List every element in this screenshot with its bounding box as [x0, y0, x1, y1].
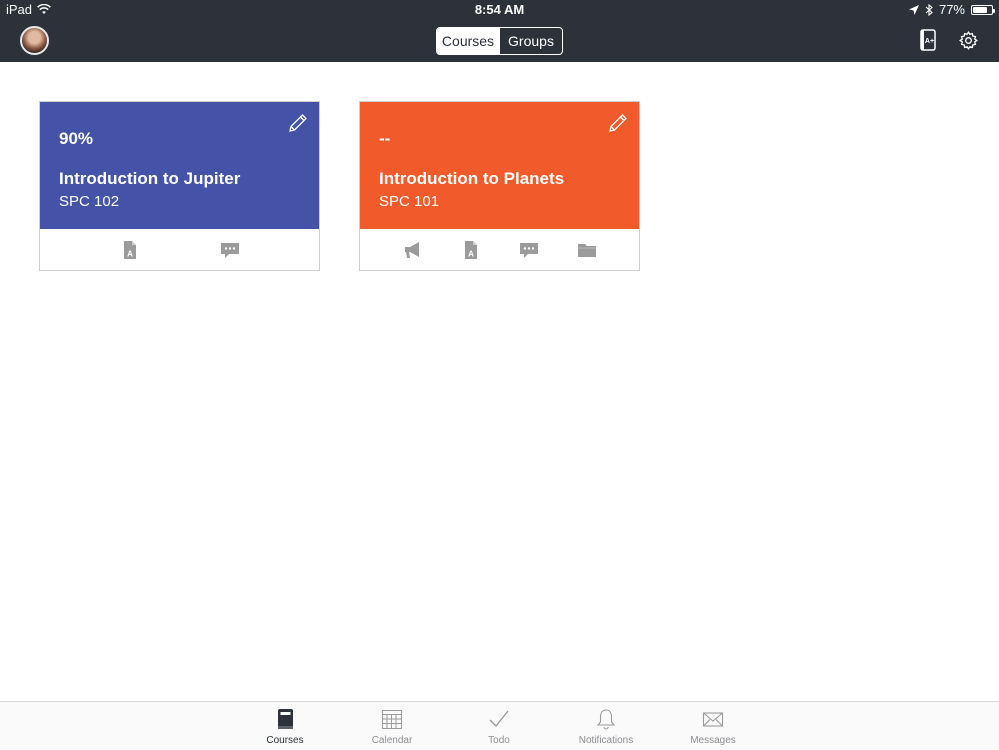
svg-text:A: A [127, 250, 133, 259]
folder-icon[interactable] [577, 240, 597, 260]
tab-label: Calendar [371, 735, 413, 746]
tab-courses[interactable]: Courses [240, 702, 330, 750]
checkmark-icon [489, 710, 509, 728]
grades-icon[interactable]: A+ [920, 29, 936, 51]
discussions-icon[interactable] [220, 240, 240, 260]
book-icon [278, 709, 293, 729]
svg-text:A: A [468, 250, 474, 259]
pencil-icon[interactable] [607, 112, 629, 134]
bluetooth-icon [925, 3, 933, 16]
tab-messages[interactable]: Messages [668, 702, 758, 750]
course-card-jupiter[interactable]: 90% Introduction to Jupiter SPC 102 A [39, 101, 320, 271]
course-card-actions: A [40, 229, 319, 271]
tab-todo[interactable]: Todo [454, 702, 544, 750]
tab-bar: Courses Calendar Todo Notifications Mess… [0, 701, 999, 749]
tab-label: Courses [266, 735, 304, 746]
bell-icon [596, 709, 616, 730]
envelope-icon [702, 712, 724, 727]
avatar[interactable] [20, 26, 49, 55]
segment-groups[interactable]: Groups [499, 28, 562, 54]
tab-label: Todo [488, 735, 510, 746]
segment-courses[interactable]: Courses [437, 28, 499, 54]
course-title: Introduction to Planets [379, 169, 565, 188]
course-card-header[interactable]: 90% Introduction to Jupiter SPC 102 [40, 102, 319, 229]
course-grade: 90% [59, 129, 94, 148]
assignments-icon[interactable]: A [120, 240, 140, 260]
status-time: 8:54 AM [474, 2, 525, 17]
pencil-icon[interactable] [287, 112, 309, 134]
tab-label: Notifications [578, 735, 634, 746]
discussions-icon[interactable] [519, 240, 539, 260]
battery-percent: 77% [938, 2, 965, 17]
assignments-icon[interactable]: A [461, 240, 481, 260]
announcements-icon[interactable] [403, 240, 423, 260]
course-title: Introduction to Jupiter [59, 169, 241, 188]
tab-notifications[interactable]: Notifications [561, 702, 651, 750]
course-card-actions: A [360, 229, 639, 271]
course-grade: -- [379, 129, 391, 148]
course-card-header[interactable]: -- Introduction to Planets SPC 101 [360, 102, 639, 229]
tab-calendar[interactable]: Calendar [347, 702, 437, 750]
location-arrow-icon [908, 4, 919, 15]
tab-label: Messages [690, 735, 736, 746]
battery-icon [971, 4, 995, 15]
status-right: 77% [908, 2, 995, 17]
course-card-planets[interactable]: -- Introduction to Planets SPC 101 A [359, 101, 640, 271]
top-bar: iPad 8:54 AM 77% Courses Groups A+ [0, 0, 999, 62]
battery-fill [973, 6, 987, 13]
gear-icon[interactable] [958, 30, 979, 51]
courses-groups-toggle: Courses Groups [436, 27, 563, 55]
calendar-icon [382, 710, 402, 729]
course-code: SPC 101 [379, 193, 440, 210]
course-code: SPC 102 [59, 193, 120, 210]
svg-text:A+: A+ [925, 38, 934, 45]
